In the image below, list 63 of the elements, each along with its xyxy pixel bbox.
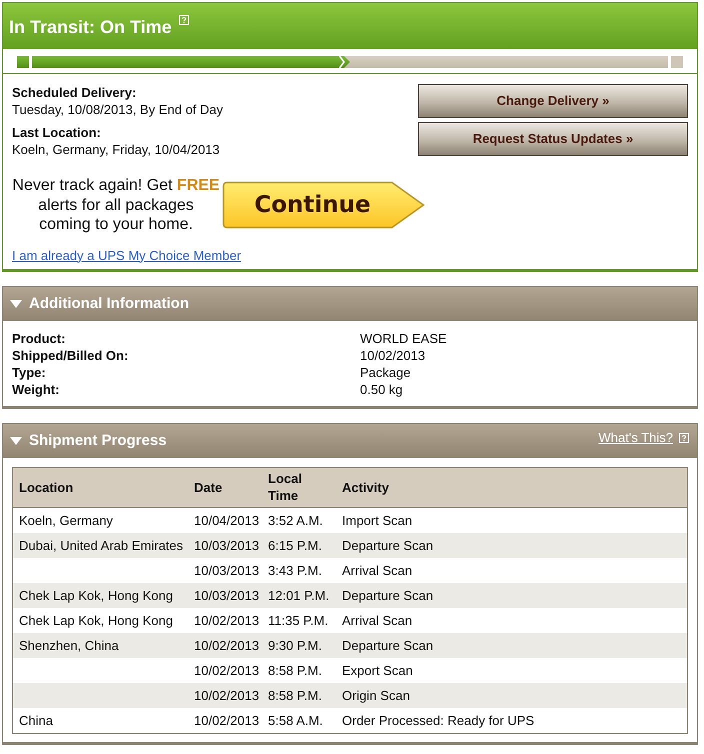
activity-cell-text: Departure Scan <box>341 586 434 604</box>
info-value: 0.50 kg <box>360 380 404 398</box>
time-cell-text: 6:15 P.M. <box>267 536 323 554</box>
activity-cell-text: Origin Scan <box>341 686 411 704</box>
action-button[interactable]: Change Delivery » <box>418 84 688 118</box>
column-header: Activity <box>341 478 390 496</box>
info-label: Weight: <box>12 380 60 398</box>
date-cell-text: 10/03/2013 <box>193 536 260 554</box>
section-title: Additional Information <box>29 294 189 314</box>
activity-cell-text: Departure Scan <box>341 636 434 654</box>
location-cell-text: China <box>18 712 54 728</box>
time-cell-text: 8:58 P.M. <box>267 686 323 704</box>
status-title: In Transit: On Time <box>9 16 172 39</box>
location-cell-text: Dubai, United Arab Emirates <box>18 536 184 554</box>
activity-cell-text: Export Scan <box>341 662 414 678</box>
section-header-bar[interactable]: Additional Information <box>3 286 697 320</box>
date-cell-text: 10/02/2013 <box>193 686 260 704</box>
info-label: Product: <box>12 330 66 346</box>
time-cell-text: 3:52 A.M. <box>267 512 324 528</box>
field-label: Scheduled Delivery: <box>12 84 138 101</box>
activity-cell-text: Order Processed: Ready for UPS <box>341 712 536 728</box>
date-cell-text: 10/02/2013 <box>193 712 260 728</box>
date-cell-text: 10/02/2013 <box>193 662 260 678</box>
activity-cell-text: Arrival Scan <box>341 612 414 628</box>
activity-cell-text: Arrival Scan <box>341 562 414 578</box>
location-cell-text: Chek Lap Kok, Hong Kong <box>18 586 174 604</box>
date-cell-text: 10/02/2013 <box>193 612 260 628</box>
location-cell-text: Shenzhen, China <box>18 636 120 654</box>
date-cell-text: 10/03/2013 <box>193 562 260 578</box>
date-cell-text: 10/03/2013 <box>193 586 260 604</box>
time-cell-text: 8:58 P.M. <box>267 662 323 678</box>
field-label: Last Location: <box>12 124 102 141</box>
member-link[interactable]: I am already a UPS My Choice Member <box>12 246 242 264</box>
info-label: Type: <box>12 364 47 380</box>
column-header: Local Time <box>267 470 303 504</box>
progress-end-segment <box>671 56 683 68</box>
column-header: Date <box>193 478 224 496</box>
field-value: Koeln, Germany, Friday, 10/04/2013 <box>12 141 221 158</box>
help-icon <box>679 432 689 442</box>
action-button[interactable]: Request Status Updates » <box>418 122 688 156</box>
info-value: 10/02/2013 <box>360 346 426 364</box>
info-label: Shipped/Billed On: <box>12 346 130 364</box>
activity-cell-text: Import Scan <box>341 512 414 528</box>
date-cell-text: 10/02/2013 <box>193 636 260 654</box>
time-cell-text: 5:58 A.M. <box>267 712 324 728</box>
location-cell-text: Chek Lap Kok, Hong Kong <box>18 612 174 628</box>
date-cell-text: 10/04/2013 <box>193 512 260 528</box>
section-title: Shipment Progress <box>29 430 167 450</box>
section-header-bar[interactable]: Shipment Progress What's This? <box>3 424 697 458</box>
time-cell-text: 3:43 P.M. <box>267 562 323 578</box>
column-header: Location <box>18 478 74 496</box>
time-cell-text: 11:35 P.M. <box>267 612 330 628</box>
promo-text: Never track again! Get FREE alerts for all packages coming to your home. <box>12 176 220 234</box>
info-value: Package <box>360 364 412 380</box>
time-cell-text: 12:01 P.M. <box>267 586 330 604</box>
info-value: WORLD EASE <box>360 330 448 346</box>
field-value: Tuesday, 10/08/2013, By End of Day <box>12 101 224 118</box>
activity-cell-text: Departure Scan <box>341 536 434 554</box>
help-icon <box>178 15 189 25</box>
time-cell-text: 9:30 P.M. <box>267 636 323 654</box>
location-cell-text: Koeln, Germany <box>18 512 114 528</box>
continue-button[interactable]: Continue <box>222 181 425 230</box>
progress-start-segment <box>17 56 29 68</box>
